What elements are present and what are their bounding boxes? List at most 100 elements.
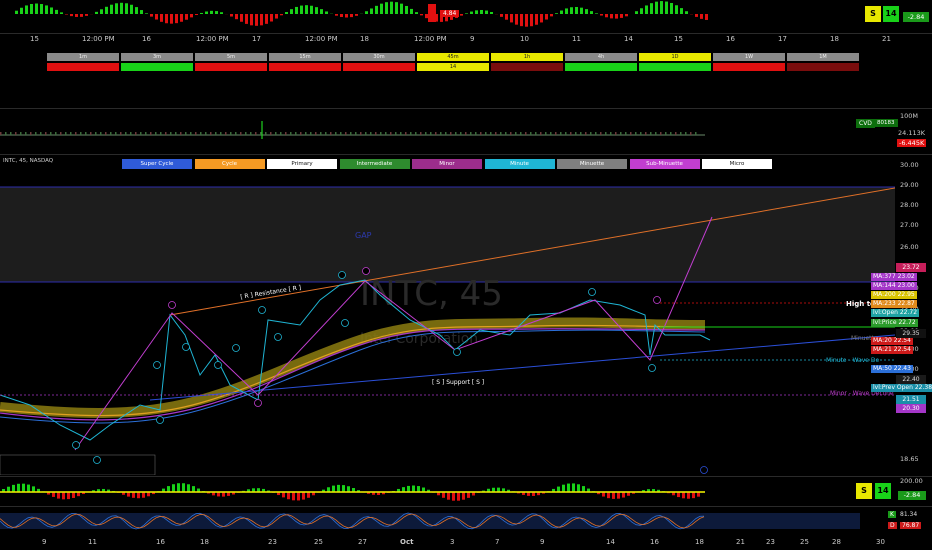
cvd-bar: [55, 132, 57, 135]
tf-header-3m[interactable]: 3m: [121, 53, 193, 61]
tf-header-5m[interactable]: 5m: [195, 53, 267, 61]
osc1-bar: [27, 484, 30, 492]
top-hist-bar: [245, 14, 248, 24]
cvd-bar: [600, 132, 602, 135]
top-hist-bar: [335, 14, 338, 16]
price-tag-name: MA:200: [873, 291, 896, 298]
top-hist-bar: [260, 14, 263, 26]
top-hist-bar: [145, 13, 148, 14]
bottom-axis-tick: 30: [876, 538, 885, 546]
cvd-bar: [180, 132, 182, 135]
cvd-bar: [190, 132, 192, 135]
cvd-bar: [680, 132, 682, 135]
tf-header-1W[interactable]: 1W: [713, 53, 785, 61]
cvd-bar: [545, 132, 547, 135]
tf-header-30m[interactable]: 30m: [343, 53, 415, 61]
top-count-badge[interactable]: 14: [883, 6, 899, 22]
cvd-line-chart: [0, 121, 705, 139]
top-hist-bar: [210, 10, 213, 14]
top-hist-bar: [250, 14, 253, 26]
tf-header-4h[interactable]: 4h: [565, 53, 637, 61]
tf-header-1h[interactable]: 1h: [491, 53, 563, 61]
right-value-v2: 21.51: [896, 395, 926, 404]
price-tag-value: 22.54: [891, 346, 911, 353]
top-hist-bar: [300, 5, 303, 15]
cvd-bar: [230, 132, 232, 135]
cvd-bar: [350, 132, 352, 135]
top-axis-tick: 12:00 PM: [82, 35, 115, 43]
bottom-axis-tick: 14: [606, 538, 615, 546]
osc1-bar: [447, 492, 450, 500]
wave-marker: [648, 364, 656, 372]
top-hist-bar: [115, 3, 118, 15]
top-hist-bar: [370, 8, 373, 14]
top-hist-bar: [95, 11, 98, 14]
osc1-bar: [572, 483, 575, 492]
cvd-bar: [155, 132, 157, 135]
osc1-bar: [577, 484, 580, 492]
wave-marker: [156, 416, 164, 424]
top-hist-bar: [235, 14, 238, 20]
cvd-bar: [480, 132, 482, 135]
cvd-bar: [465, 132, 467, 135]
cvd-bar: [50, 132, 52, 135]
cvd-bar: [525, 132, 527, 135]
cvd-bar: [665, 132, 667, 135]
tf-header-1m[interactable]: 1m: [47, 53, 119, 61]
cvd-bar: [560, 132, 562, 135]
gap-label: GAP: [355, 231, 372, 240]
cvd-bar: [175, 132, 177, 135]
cvd-bar: [135, 132, 137, 135]
top-hist-bar: [125, 3, 128, 14]
price-tag-name: MA:50: [873, 365, 892, 372]
cvd-bar: [450, 132, 452, 135]
cvd-bar: [325, 132, 327, 135]
tf-header-45m[interactable]: 45m: [417, 53, 489, 61]
osc1-s-badge[interactable]: S: [856, 483, 872, 499]
top-axis-tick: 9: [470, 35, 475, 43]
top-hist-bar: [185, 14, 188, 20]
top-axis-tick: 21: [882, 35, 891, 43]
cvd-bar: [370, 132, 372, 135]
top-hist-bar: [490, 11, 493, 14]
osc1-bar: [452, 492, 455, 501]
osc1-bar: [342, 485, 345, 492]
bottom-axis-tick: 16: [156, 538, 165, 546]
top-s-badge[interactable]: S: [865, 6, 881, 22]
price-tag: MA:21 22.54: [871, 346, 913, 354]
cvd-scale-top: 100M: [900, 112, 919, 120]
tf-header-15m[interactable]: 15m: [269, 53, 341, 61]
top-hist-bar: [500, 14, 503, 17]
cvd-bar: [335, 132, 337, 135]
top-hist-bar: [515, 14, 518, 25]
wave-marker: [338, 271, 346, 279]
price-tag-value: 22.54: [891, 337, 911, 344]
top-hist-bar: [355, 14, 358, 16]
cvd-bar: [170, 132, 172, 135]
osc1-count-badge[interactable]: 14: [875, 483, 891, 499]
top-time-axis: 15 12:00 PM 16 12:00 PM 17 12:00 PM 18 12:00 PM…: [0, 34, 932, 46]
osc1-bar: [337, 484, 340, 492]
bottom-axis-tick: 18: [200, 538, 209, 546]
osc1-bar: [187, 484, 190, 492]
top-hist-bar: [160, 14, 163, 22]
tf-header-1M[interactable]: 1M: [787, 53, 859, 61]
bottom-axis-tick: 25: [314, 538, 323, 546]
cvd-bar: [605, 132, 607, 135]
wave-marker: [258, 306, 266, 314]
cvd-bar: [385, 132, 387, 135]
cvd-bar: [645, 132, 647, 135]
osc1-bar: [182, 483, 185, 492]
top-hist-bar: [610, 14, 613, 19]
top-hist-bar: [385, 2, 388, 14]
cvd-bar: [575, 132, 577, 135]
tf-header-1D[interactable]: 1D: [639, 53, 711, 61]
cvd-bar: [610, 132, 612, 135]
top-hist-bar: [675, 5, 678, 14]
cvd-bar: [490, 132, 492, 135]
osc2-lines: [0, 512, 860, 530]
price-tag-value: 22.72: [896, 319, 916, 326]
top-hist-bar: [110, 4, 113, 14]
cvd-bar: [425, 132, 427, 135]
main-price-pane[interactable]: INTC, 45, NASDAQ Super Cycle Cycle Primary…: [0, 155, 932, 475]
